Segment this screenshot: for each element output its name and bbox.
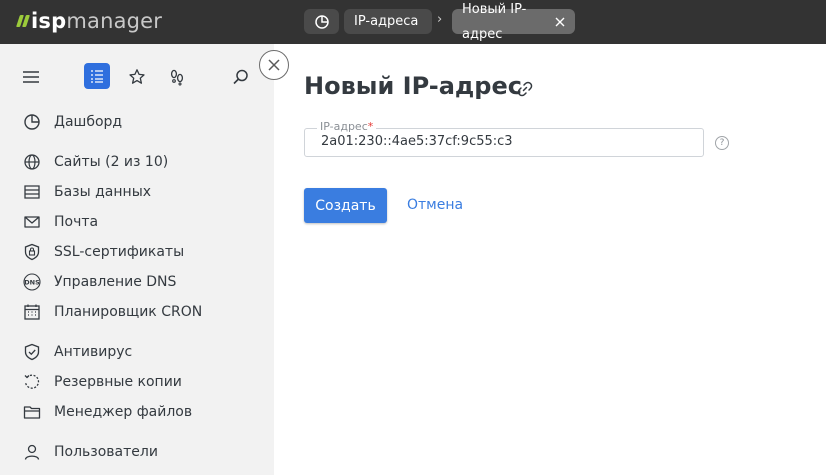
dashboard-icon bbox=[22, 112, 42, 132]
logo-text-bold: isp bbox=[31, 9, 67, 33]
ip-address-input[interactable] bbox=[321, 134, 691, 149]
sidebar-item-label: Сайты (2 из 10) bbox=[54, 154, 169, 170]
sidebar-item-ssl[interactable]: SSL-сертификаты bbox=[0, 237, 274, 267]
top-bar: isp manager IP-адреса › Новый IP-адрес bbox=[0, 0, 826, 44]
sidebar-item-label: Управление DNS bbox=[54, 274, 177, 290]
database-icon bbox=[22, 182, 42, 202]
sidebar: Дашборд Сайты (2 из 10) Базы данных Почт… bbox=[0, 44, 274, 475]
sidebar-item-dashboard[interactable]: Дашборд bbox=[0, 107, 274, 137]
breadcrumb-separator: › bbox=[437, 12, 443, 27]
backup-icon bbox=[22, 372, 42, 392]
globe-icon bbox=[22, 152, 42, 172]
dashboard-icon bbox=[314, 14, 329, 29]
page-title: Новый IP-адрес bbox=[304, 72, 522, 100]
sidebar-item-cron[interactable]: Планировщик CRON bbox=[0, 297, 274, 327]
lock-icon bbox=[22, 242, 42, 262]
mail-icon bbox=[22, 212, 42, 232]
breadcrumb-current-label: Новый IP-адрес bbox=[462, 1, 527, 42]
sidebar-item-mail[interactable]: Почта bbox=[0, 207, 274, 237]
breadcrumb-dashboard[interactable] bbox=[304, 9, 339, 34]
breadcrumb-current[interactable]: Новый IP-адрес bbox=[452, 2, 575, 42]
sidebar-item-backups[interactable]: Резервные копии bbox=[0, 367, 274, 397]
sidebar-item-databases[interactable]: Базы данных bbox=[0, 177, 274, 207]
close-icon bbox=[268, 59, 280, 71]
logo[interactable]: isp manager bbox=[16, 8, 163, 34]
sidebar-toolbar bbox=[0, 62, 274, 90]
cancel-button[interactable]: Отмена bbox=[407, 197, 463, 213]
create-button[interactable]: Создать bbox=[304, 188, 387, 223]
sidebar-item-label: Резервные копии bbox=[54, 374, 182, 390]
ip-address-label: IP-адрес* bbox=[317, 120, 377, 134]
logo-text-light: manager bbox=[66, 9, 163, 33]
breadcrumb-ip-list[interactable]: IP-адреса bbox=[344, 9, 432, 34]
sidebar-item-users[interactable]: Пользователи bbox=[0, 437, 274, 467]
shield-icon bbox=[22, 342, 42, 362]
search-icon[interactable] bbox=[228, 64, 254, 90]
list-icon[interactable] bbox=[84, 63, 110, 89]
ip-address-field: IP-адрес* bbox=[304, 120, 704, 157]
logo-mark-icon bbox=[16, 15, 30, 27]
link-icon[interactable] bbox=[516, 80, 534, 98]
star-icon[interactable] bbox=[124, 64, 150, 90]
sidebar-item-sites[interactable]: Сайты (2 из 10) bbox=[0, 147, 274, 177]
required-mark: * bbox=[367, 120, 374, 133]
sidebar-item-label: Дашборд bbox=[54, 114, 123, 130]
steps-icon[interactable] bbox=[164, 64, 190, 90]
sidebar-item-label: Менеджер файлов bbox=[54, 404, 193, 420]
close-sidebar-button[interactable] bbox=[259, 50, 289, 80]
folder-icon bbox=[22, 402, 42, 422]
menu-icon[interactable] bbox=[18, 64, 44, 90]
svg-text:DNS: DNS bbox=[24, 279, 40, 287]
sidebar-item-label: Почта bbox=[54, 214, 99, 230]
close-tab-icon[interactable] bbox=[555, 17, 565, 27]
sidebar-item-antivirus[interactable]: Антивирус bbox=[0, 337, 274, 367]
help-icon[interactable]: ? bbox=[715, 136, 729, 150]
sidebar-item-label: Пользователи bbox=[54, 444, 158, 460]
calendar-icon bbox=[22, 302, 42, 322]
dns-icon: DNS bbox=[22, 272, 42, 292]
sidebar-item-dns[interactable]: DNS Управление DNS bbox=[0, 267, 274, 297]
sidebar-item-label: Базы данных bbox=[54, 184, 152, 200]
user-icon bbox=[22, 442, 42, 462]
sidebar-item-files[interactable]: Менеджер файлов bbox=[0, 397, 274, 427]
sidebar-item-label: Антивирус bbox=[54, 344, 133, 360]
sidebar-item-label: SSL-сертификаты bbox=[54, 244, 185, 260]
sidebar-item-label: Планировщик CRON bbox=[54, 304, 203, 320]
